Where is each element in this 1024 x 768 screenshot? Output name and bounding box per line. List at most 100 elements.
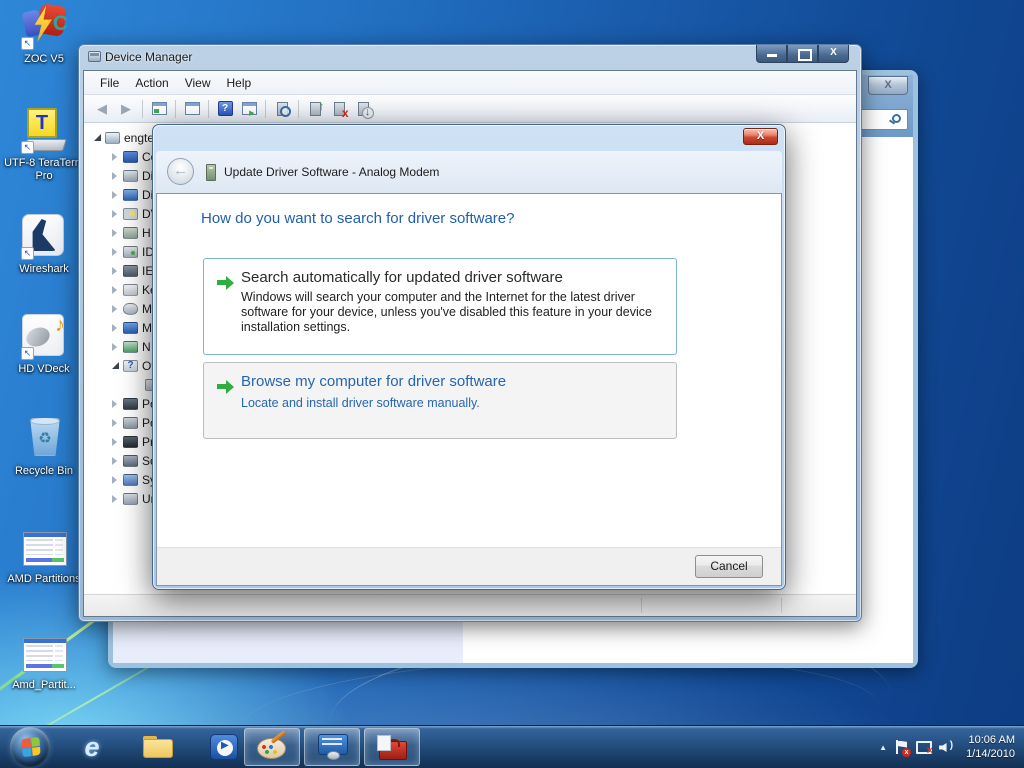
- expander-icon[interactable]: [110, 189, 121, 200]
- internet-explorer-icon: e: [84, 731, 100, 762]
- expander-icon[interactable]: [110, 151, 121, 162]
- expander-icon[interactable]: [110, 322, 121, 333]
- dialog-titlebar[interactable]: [153, 125, 785, 151]
- close-button[interactable]: [818, 45, 849, 63]
- maximize-button[interactable]: [787, 45, 818, 63]
- cancel-button[interactable]: Cancel: [695, 555, 763, 578]
- teraterm-icon: [20, 108, 68, 154]
- help-icon[interactable]: [214, 98, 236, 120]
- properties-icon[interactable]: [181, 98, 203, 120]
- option-description: Locate and install driver software manua…: [241, 396, 480, 410]
- desktop-icon-label: Amd_Partit...: [12, 679, 76, 691]
- back-button[interactable]: [167, 158, 194, 185]
- desktop-icon-label: Wireshark: [19, 263, 69, 275]
- show-hidden-icons[interactable]: ▲: [879, 743, 887, 752]
- close-button[interactable]: X: [868, 76, 908, 95]
- toolbox-icon: [377, 734, 407, 760]
- close-button[interactable]: [743, 128, 778, 145]
- taskbar-paint[interactable]: [244, 728, 300, 766]
- tray-clock[interactable]: 10:06 AM 1/14/2010: [962, 733, 1015, 761]
- expander-icon[interactable]: [110, 493, 121, 504]
- display-settings-icon: [318, 734, 348, 760]
- paint-icon: [257, 735, 287, 759]
- green-arrow-icon: [217, 380, 234, 394]
- green-arrow-icon: [217, 276, 234, 290]
- menu-view[interactable]: View: [177, 73, 219, 93]
- option-browse-computer[interactable]: Browse my computer for driver software L…: [203, 362, 677, 439]
- expander-icon[interactable]: [110, 398, 121, 409]
- scan-icon[interactable]: [271, 98, 293, 120]
- export-list-icon[interactable]: [238, 98, 260, 120]
- uninstall-icon[interactable]: [328, 98, 350, 120]
- desktop-icon-wireshark[interactable]: Wireshark: [0, 214, 88, 276]
- expander-icon[interactable]: [110, 303, 121, 314]
- menu-action[interactable]: Action: [127, 73, 176, 93]
- desktop-icon-zoc[interactable]: C ZOC V5: [0, 3, 88, 66]
- minimize-button[interactable]: [756, 45, 787, 63]
- dialog-body: How do you want to search for driver sof…: [157, 194, 781, 547]
- mouse-icon: [123, 302, 138, 315]
- desktop-icon-label: UTF-8 TeraTerm Pro: [4, 157, 84, 182]
- expander-icon[interactable]: [110, 341, 121, 352]
- expander-icon[interactable]: [110, 246, 121, 257]
- tray-time: 10:06 AM: [968, 734, 1015, 746]
- network-adapter-icon: [123, 340, 138, 353]
- ieee1394-icon: [123, 264, 138, 277]
- windows7-desktop: C ZOC V5 UTF-8 TeraTerm Pro Wireshark HD…: [0, 0, 1024, 768]
- scan-hardware-changes-icon[interactable]: [352, 98, 374, 120]
- expander-icon[interactable]: [110, 284, 121, 295]
- expander-icon[interactable]: [110, 436, 121, 447]
- volume-icon[interactable]: [939, 740, 954, 754]
- expander-icon[interactable]: [92, 132, 103, 143]
- desktop-icon-hdvdeck[interactable]: HD VDeck: [0, 314, 88, 376]
- wireshark-icon: [20, 214, 68, 260]
- titlebar[interactable]: Device Manager: [79, 45, 861, 70]
- expander-icon[interactable]: [110, 360, 121, 371]
- taskbar-internet-explorer[interactable]: e: [74, 728, 110, 766]
- zoc-icon: C: [20, 3, 68, 50]
- taskbar-toolbox-app[interactable]: [364, 728, 420, 766]
- update-driver-dialog: Update Driver Software - Analog Modem Ho…: [152, 124, 786, 590]
- shortcut-arrow-icon: [21, 141, 34, 154]
- system-device-icon: [123, 473, 138, 486]
- start-button[interactable]: [10, 727, 50, 767]
- network-error-icon[interactable]: [916, 740, 933, 754]
- expander-icon[interactable]: [110, 170, 121, 181]
- recycle-bin-icon: [20, 416, 68, 462]
- ide-controller-icon: [123, 245, 138, 258]
- desktop-icon-amd-partitions[interactable]: AMD Partitions: [0, 528, 88, 586]
- option-title: Search automatically for updated driver …: [241, 269, 563, 286]
- update-driver-icon[interactable]: [304, 98, 326, 120]
- expander-icon[interactable]: [110, 265, 121, 276]
- expander-icon[interactable]: [110, 417, 121, 428]
- expander-icon[interactable]: [110, 474, 121, 485]
- system-tray: ▲ 10:06 AM 1/14/2010: [879, 726, 1024, 768]
- desktop-icon-amd-partit[interactable]: Amd_Partit...: [0, 634, 88, 692]
- expander-icon[interactable]: [110, 455, 121, 466]
- taskbar: e ▲ 10:06 AM 1/14/2010: [0, 725, 1024, 768]
- show-console-tree-icon[interactable]: [148, 98, 170, 120]
- shortcut-arrow-icon: [21, 37, 34, 50]
- processor-icon: [123, 435, 138, 448]
- error-badge-icon: [902, 747, 912, 757]
- status-bar: [84, 594, 856, 616]
- keyboard-icon: [123, 283, 138, 296]
- back-icon[interactable]: ◀: [91, 98, 113, 120]
- desktop-icon-teraterm[interactable]: UTF-8 TeraTerm Pro: [0, 108, 88, 183]
- forward-icon[interactable]: ▶: [115, 98, 137, 120]
- display-adapter-icon: [123, 188, 138, 201]
- expander-icon[interactable]: [110, 227, 121, 238]
- menu-help[interactable]: Help: [219, 73, 260, 93]
- action-center-flag-icon[interactable]: [895, 739, 912, 757]
- desktop-icon-recycle-bin[interactable]: Recycle Bin: [0, 416, 88, 478]
- option-search-automatically[interactable]: Search automatically for updated driver …: [203, 258, 677, 355]
- taskbar-media-player[interactable]: [206, 728, 242, 766]
- menu-file[interactable]: File: [92, 73, 127, 93]
- taskbar-display-properties[interactable]: [304, 728, 360, 766]
- window-title: Device Manager: [105, 50, 193, 64]
- computer-icon: [123, 150, 138, 163]
- taskbar-windows-explorer[interactable]: [140, 728, 176, 766]
- search-input[interactable]: [856, 109, 908, 130]
- desktop-icon-label: HD VDeck: [18, 363, 70, 375]
- expander-icon[interactable]: [110, 208, 121, 219]
